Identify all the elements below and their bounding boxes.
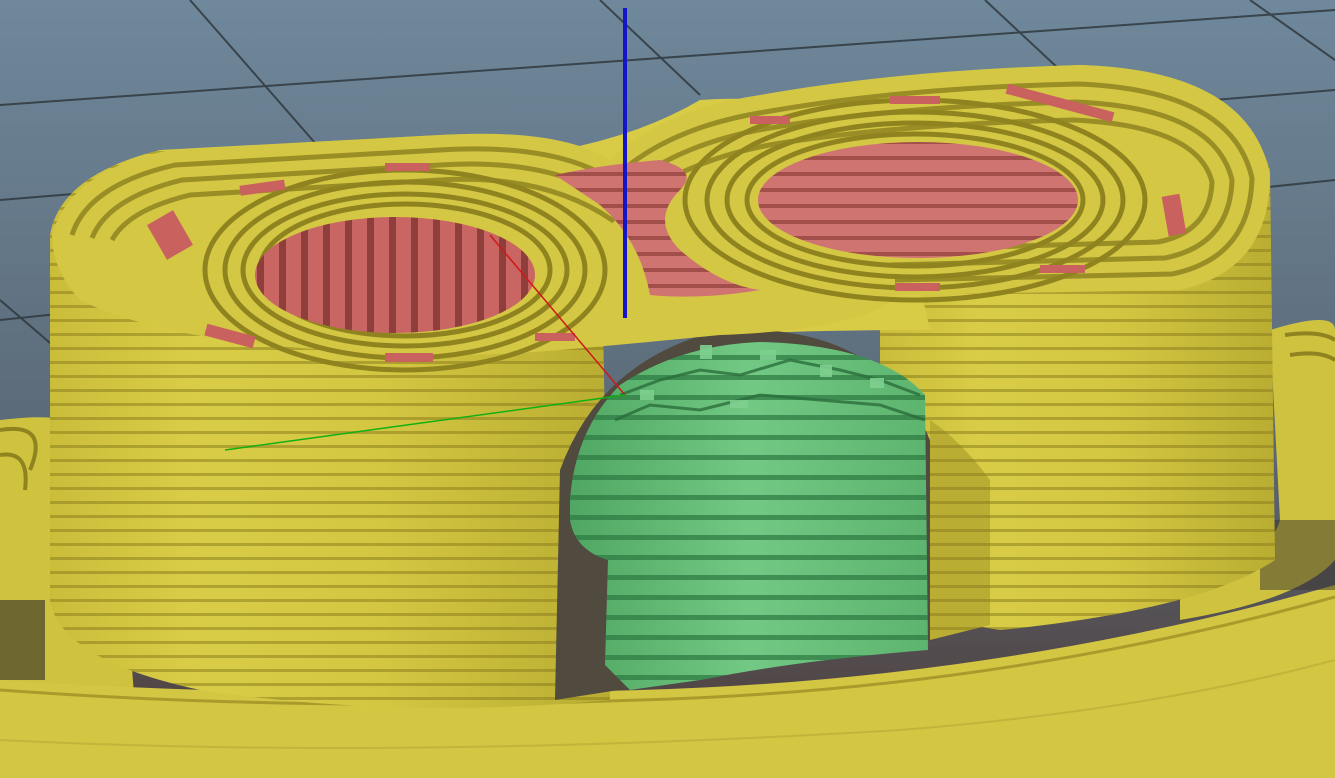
left-infill bbox=[255, 217, 535, 333]
right-infill bbox=[758, 142, 1078, 258]
gcode-preview-3d-viewport[interactable] bbox=[0, 0, 1335, 778]
scene-canvas[interactable] bbox=[0, 0, 1335, 778]
